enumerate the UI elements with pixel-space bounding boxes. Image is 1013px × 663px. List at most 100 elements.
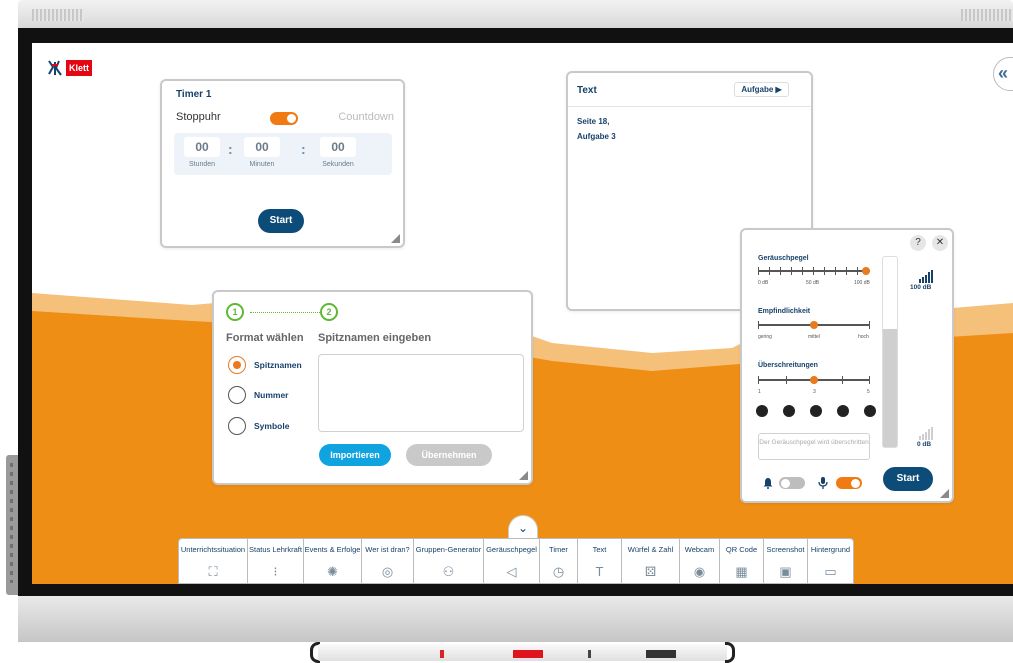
option-label: Nummer xyxy=(254,390,289,400)
speaker-grille-right xyxy=(961,9,1013,21)
bell-toggle[interactable] xyxy=(779,477,805,489)
celebration-icon: ✺ xyxy=(327,564,338,579)
toolbar-item[interactable]: Webcam ◉ xyxy=(680,538,720,584)
black-marker[interactable] xyxy=(646,650,676,658)
exceedance-dot xyxy=(756,405,768,417)
toolbar-item-label: QR Code xyxy=(725,545,758,554)
apply-button[interactable]: Übernehmen xyxy=(406,444,492,466)
slider-tick xyxy=(786,376,787,384)
side-bracket xyxy=(6,455,18,595)
slider-tick xyxy=(869,376,870,384)
countdown-label: Countdown xyxy=(338,111,394,123)
toolbar-item[interactable]: Screenshot ▣ xyxy=(764,538,808,584)
slider-thumb[interactable] xyxy=(810,321,818,329)
toolbar-item[interactable]: Timer ◷ xyxy=(540,538,578,584)
minutes-field[interactable]: 00 xyxy=(244,137,280,157)
tray-body xyxy=(318,644,727,661)
task-button[interactable]: Aufgabe ▶ xyxy=(734,82,789,97)
slider-tick xyxy=(758,321,759,329)
step-connector xyxy=(250,312,320,313)
toolbar-item-label: Unterrichtssituation xyxy=(180,545,246,554)
slider-tick xyxy=(813,267,814,275)
toolbar-item[interactable]: Würfel & Zahl ⚄ xyxy=(622,538,680,584)
tool-bar: Unterrichtssituation ⛶ Status Lehrkraft ⁝ Ev… xyxy=(178,538,854,584)
toolbar-item-label: Screenshot xyxy=(766,545,805,554)
slider-tick xyxy=(769,267,770,275)
classroom-icon: ⛶ xyxy=(208,564,218,579)
slider-thumb[interactable] xyxy=(810,376,818,384)
timer-mode-toggle[interactable] xyxy=(270,112,298,125)
toolbar-item[interactable]: Wer ist dran? ◎ xyxy=(362,538,414,584)
hours-label: Stunden xyxy=(188,161,216,168)
slider-max-label: hoch xyxy=(858,334,869,340)
toolbar-item[interactable]: Events & Erfolge ✺ xyxy=(304,538,362,584)
step-2-label: Spitznamen eingeben xyxy=(318,332,432,344)
slider-tick xyxy=(857,267,858,275)
monitor-top-bezel xyxy=(18,0,1013,28)
toolbar-item-label: Status Lehrkraft xyxy=(249,545,302,554)
noise-level-slider[interactable] xyxy=(758,266,870,276)
signal-strength-high-icon xyxy=(919,270,933,283)
radio-number[interactable] xyxy=(228,386,246,404)
exceedances-slider[interactable] xyxy=(758,375,870,385)
toolbar-item-label: Würfel & Zahl xyxy=(627,545,674,554)
resize-handle[interactable] xyxy=(391,234,400,243)
slider-tick xyxy=(842,376,843,384)
text-line: Seite 18, xyxy=(577,117,610,126)
toolbar-item[interactable]: Text T xyxy=(578,538,622,584)
slider-min-label: gering xyxy=(758,334,772,340)
text-widget-header: Text Aufgabe ▶ xyxy=(568,73,811,107)
slider-tick xyxy=(780,267,781,275)
monitor-bottom-bezel xyxy=(18,596,1013,642)
slider-thumb[interactable] xyxy=(862,267,870,275)
sensitivity-title: Empfindlichkeit xyxy=(758,308,811,315)
signal-strength-low-icon xyxy=(919,427,933,440)
help-button[interactable]: ? xyxy=(910,235,926,251)
toolbar-item-label: Geräuschpegel xyxy=(486,545,537,554)
exceedance-dots xyxy=(756,405,876,417)
seconds-field[interactable]: 00 xyxy=(320,137,356,157)
toolbar-item[interactable]: Status Lehrkraft ⁝ xyxy=(248,538,304,584)
sensitivity-slider[interactable] xyxy=(758,320,870,330)
hours-field[interactable]: 00 xyxy=(184,137,220,157)
toolbar-item[interactable]: Gruppen-Generator ⚇ xyxy=(414,538,484,584)
resize-handle[interactable] xyxy=(940,489,949,498)
option-nicknames[interactable]: Spitznamen xyxy=(228,356,302,374)
webcam-icon: ◉ xyxy=(693,564,706,579)
clock-icon: ◷ xyxy=(552,564,565,579)
toolbar-item[interactable]: Unterrichtssituation ⛶ xyxy=(178,538,248,584)
slider-mid-label: 50 dB xyxy=(806,280,820,286)
toolbar-item-label: Hintergrund xyxy=(810,545,851,554)
toolbar-toggle-chevron-icon[interactable]: ⌄ xyxy=(508,515,538,539)
close-button[interactable]: ✕ xyxy=(932,235,948,251)
option-number[interactable]: Nummer xyxy=(228,386,288,404)
resize-handle[interactable] xyxy=(519,471,528,480)
import-button[interactable]: Importieren xyxy=(319,444,391,466)
toolbar-item[interactable]: QR Code ▦ xyxy=(720,538,764,584)
toolbar-item-label: Events & Erfolge xyxy=(304,545,361,554)
toolbar-item[interactable]: Geräuschpegel ◁ xyxy=(484,538,540,584)
text-widget-content[interactable]: Seite 18, Aufgabe 3 xyxy=(577,114,616,144)
background-icon: ▭ xyxy=(824,564,837,579)
black-marker-cap[interactable] xyxy=(588,650,591,658)
time-separator: : xyxy=(228,141,233,157)
toggle-knob xyxy=(851,478,860,488)
noise-start-button[interactable]: Start xyxy=(883,467,933,491)
red-marker[interactable] xyxy=(513,650,543,658)
radio-symbols[interactable] xyxy=(228,417,246,435)
radio-nicknames[interactable] xyxy=(228,356,246,374)
slider-tick xyxy=(835,267,836,275)
warning-text-box[interactable]: Der Geräuschpegel wird überschritten xyxy=(758,433,870,460)
slider-tick xyxy=(824,267,825,275)
bell-icon xyxy=(763,478,773,489)
option-symbols[interactable]: Symbole xyxy=(228,417,289,435)
marker-tray xyxy=(310,642,735,663)
slider-mid-label: 3 xyxy=(813,389,816,395)
noise-level-widget: ? ✕ Geräuschpegel 0 dB 50 dB 100 dB Empf xyxy=(740,228,954,503)
timer-start-button[interactable]: Start xyxy=(258,209,304,233)
minutes-label: Minuten xyxy=(249,161,275,168)
microphone-toggle[interactable] xyxy=(836,477,862,489)
toolbar-item[interactable]: Hintergrund ▭ xyxy=(808,538,854,584)
nickname-textarea[interactable] xyxy=(318,354,524,432)
red-marker-cap[interactable] xyxy=(440,650,444,658)
